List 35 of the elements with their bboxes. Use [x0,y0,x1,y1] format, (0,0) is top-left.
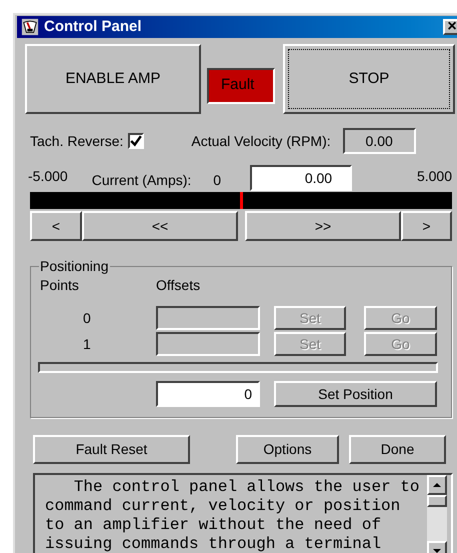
tach-reverse-checkbox[interactable] [128,133,144,149]
tach-reverse-label: Tach. Reverse: [30,132,124,150]
scroll-up-icon[interactable] [427,475,447,495]
window-title: Control Panel [44,16,142,37]
fault-indicator: Fault [207,68,275,104]
offsets-header: Offsets [156,276,200,293]
jog-button[interactable]: << [82,211,238,241]
offset-field[interactable] [156,332,260,356]
current-slider-marker[interactable] [240,192,243,209]
jog-button[interactable]: >> [245,211,401,241]
help-text: The control panel allows the user to command current, velocity or position to an amplifier without the need of issuing commands through a terminal [44,477,420,553]
current-min-label: -5.000 [28,167,68,186]
current-zero-label: 0 [213,171,222,190]
current-max-label: 5.000 [416,167,452,186]
position-field[interactable]: 0 [156,381,260,407]
jog-button[interactable]: > [401,211,452,241]
scrollbar[interactable] [427,475,447,553]
actual-velocity-field: 0.00 [342,128,416,154]
current-label: Current (Amps): [92,171,192,190]
dialog-button[interactable]: Options [236,435,339,464]
gauge-icon [20,18,40,36]
dialog-button[interactable]: Done [349,435,446,464]
scroll-thumb[interactable] [427,495,447,507]
current-field[interactable]: 0.00 [250,165,352,191]
dialog-button[interactable]: Fault Reset [33,435,190,464]
offset-field[interactable] [156,306,260,330]
set-position-button[interactable]: Set Position [274,381,437,407]
enable-amp-button[interactable]: ENABLE AMP [25,44,201,114]
jog-button[interactable]: < [30,211,82,241]
points-header: Points [40,276,80,293]
actual-velocity-label: Actual Velocity (RPM): [191,132,331,151]
stop-button[interactable]: STOP [283,44,455,114]
close-button[interactable]: × [443,19,457,35]
point-number: 1 [82,334,92,354]
point-number: 0 [82,308,92,328]
